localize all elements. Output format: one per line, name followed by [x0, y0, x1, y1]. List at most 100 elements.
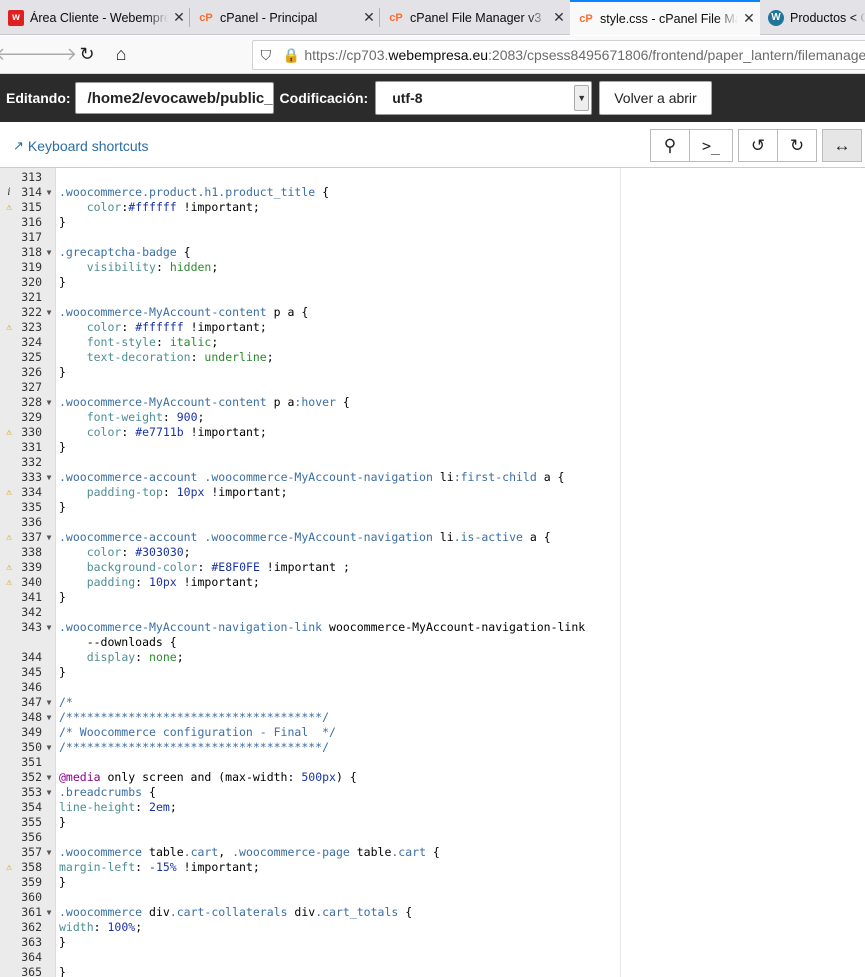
chevron-down-icon[interactable]: ▼ — [574, 85, 590, 111]
warning-icon[interactable]: ⚠ — [3, 485, 15, 500]
code-line[interactable]: 324 font-style: italic; — [0, 335, 865, 350]
code-line[interactable]: 332 — [0, 455, 865, 470]
code-line[interactable]: 365} — [0, 965, 865, 977]
fold-arrow-icon[interactable]: ▼ — [44, 470, 54, 485]
code-line[interactable]: 341} — [0, 590, 865, 605]
code-line[interactable]: 347 ▼ /* — [0, 695, 865, 710]
code-line[interactable]: 362 width: 100%; — [0, 920, 865, 935]
info-icon[interactable]: i — [3, 185, 15, 200]
code-line[interactable]: 342 — [0, 605, 865, 620]
code-line[interactable]: 317 — [0, 230, 865, 245]
redo-button[interactable]: ↻ — [777, 129, 817, 162]
undo-button[interactable]: ↺ — [738, 129, 778, 162]
code-line[interactable]: --downloads { — [0, 635, 865, 650]
code-line[interactable]: 356 — [0, 830, 865, 845]
code-line[interactable]: 322 ▼ .woocommerce-MyAccount-content p a { — [0, 305, 865, 320]
fold-arrow-icon[interactable]: ▼ — [44, 710, 54, 725]
code-line[interactable]: 328 ▼ .woocommerce-MyAccount-content p a:h… — [0, 395, 865, 410]
code-line[interactable]: 360 — [0, 890, 865, 905]
code-line[interactable]: 350 ▼ /***********************************… — [0, 740, 865, 755]
warning-icon[interactable]: ⚠ — [3, 575, 15, 590]
search-button[interactable]: ⚲ — [650, 129, 690, 162]
code-line[interactable]: 359} — [0, 875, 865, 890]
warning-icon[interactable]: ⚠ — [3, 425, 15, 440]
code-line[interactable]: 326} — [0, 365, 865, 380]
keyboard-shortcuts-link[interactable]: ↗ Keyboard shortcuts — [13, 138, 149, 154]
fold-arrow-icon[interactable]: ▼ — [44, 305, 54, 320]
code-line[interactable]: 333 ▼ .woocommerce-account .woocommerce-My… — [0, 470, 865, 485]
code-line[interactable]: ⚠ 334 padding-top: 10px !important; — [0, 485, 865, 500]
browser-tab-file-manager[interactable]: cP cPanel File Manager v3 ✕ — [380, 0, 570, 35]
url-bar[interactable]: ⛉ 🔒 https://cp703. webempresa.eu:2083/cps… — [252, 40, 865, 70]
browser-tab-area-cliente[interactable]: w Área Cliente - Webempresa ✕ — [0, 0, 190, 35]
fold-arrow-icon[interactable]: ▼ — [44, 695, 54, 710]
code-line[interactable]: 320} — [0, 275, 865, 290]
code-line[interactable]: 319 visibility: hidden; — [0, 260, 865, 275]
code-line[interactable]: 329 font-weight: 900; — [0, 410, 865, 425]
code-line[interactable]: 352 ▼ @media only screen and (max-width: 5… — [0, 770, 865, 785]
code-line[interactable]: 363} — [0, 935, 865, 950]
code-line[interactable]: 354 line-height: 2em; — [0, 800, 865, 815]
code-line[interactable]: 357 ▼ .woocommerce table.cart, .woocommerc… — [0, 845, 865, 860]
warning-icon[interactable]: ⚠ — [3, 860, 15, 875]
forward-icon[interactable]: 🡒 — [29, 40, 77, 70]
warning-icon[interactable]: ⚠ — [3, 530, 15, 545]
code-line[interactable]: 321 — [0, 290, 865, 305]
fold-arrow-icon[interactable]: ▼ — [44, 770, 54, 785]
warning-icon[interactable]: ⚠ — [3, 560, 15, 575]
fold-arrow-icon[interactable]: ▼ — [44, 905, 54, 920]
warning-icon[interactable]: ⚠ — [3, 200, 15, 215]
fold-arrow-icon[interactable]: ▼ — [44, 620, 54, 635]
code-line[interactable]: 338 color: #303030; — [0, 545, 865, 560]
fold-arrow-icon[interactable]: ▼ — [44, 785, 54, 800]
code-line[interactable]: ⚠ 337 ▼ .woocommerce-account .woocommerce-M… — [0, 530, 865, 545]
code-line[interactable]: 331} — [0, 440, 865, 455]
browser-tab-productos[interactable]: W Productos < C — [760, 0, 865, 35]
reload-icon[interactable]: ↻ — [72, 40, 102, 70]
code-line[interactable]: ⚠ 358 margin-left: -15% !important; — [0, 860, 865, 875]
code-line[interactable]: 343 ▼ .woocommerce-MyAccount-navigation-li… — [0, 620, 865, 635]
code-line[interactable]: 316} — [0, 215, 865, 230]
close-icon[interactable]: ✕ — [548, 9, 570, 26]
home-icon[interactable]: ⌂ — [106, 40, 136, 70]
code-line[interactable]: 327 — [0, 380, 865, 395]
close-icon[interactable]: ✕ — [168, 9, 190, 26]
close-icon[interactable]: ✕ — [358, 9, 380, 26]
close-icon[interactable]: ✕ — [738, 10, 760, 27]
code-line[interactable]: 313 — [0, 170, 865, 185]
code-line[interactable]: ⚠ 339 background-color: #E8F0FE !importan… — [0, 560, 865, 575]
reopen-button[interactable]: Volver a abrir — [599, 81, 712, 115]
fold-arrow-icon[interactable]: ▼ — [44, 845, 54, 860]
code-line[interactable]: 318 ▼ .grecaptcha-badge { — [0, 245, 865, 260]
code-line[interactable]: i 314 ▼ .woocommerce.product.h1.product_tit… — [0, 185, 865, 200]
code-line[interactable]: ⚠ 323 color: #ffffff !important; — [0, 320, 865, 335]
code-editor[interactable]: 313 i 314 ▼ .woocommerce.product.h1.product_… — [0, 168, 865, 977]
code-line[interactable]: ⚠ 330 color: #e7711b !important; — [0, 425, 865, 440]
code-line[interactable]: 348 ▼ /***********************************… — [0, 710, 865, 725]
encoding-select[interactable]: utf-8 ▼ — [375, 81, 593, 115]
wrap-toggle-button[interactable]: ↔ — [822, 129, 862, 162]
code-line[interactable]: 355} — [0, 815, 865, 830]
code-line[interactable]: 361 ▼ .woocommerce div.cart-collaterals di… — [0, 905, 865, 920]
warning-icon[interactable]: ⚠ — [3, 320, 15, 335]
code-line[interactable]: 346 — [0, 680, 865, 695]
code-line[interactable]: 344 display: none; — [0, 650, 865, 665]
goto-line-button[interactable]: >_ — [689, 129, 733, 162]
code-line[interactable]: 325 text-decoration: underline; — [0, 350, 865, 365]
code-line[interactable]: ⚠ 315 color:#ffffff !important; — [0, 200, 865, 215]
code-line[interactable]: 335} — [0, 500, 865, 515]
browser-tab-style-css[interactable]: cP style.css - cPanel File Manager ✕ — [570, 0, 760, 35]
fold-arrow-icon[interactable]: ▼ — [44, 395, 54, 410]
code-line[interactable]: 351 — [0, 755, 865, 770]
browser-tab-cpanel-principal[interactable]: cP cPanel - Principal ✕ — [190, 0, 380, 35]
code-line[interactable]: ⚠ 340 padding: 10px !important; — [0, 575, 865, 590]
fold-arrow-icon[interactable]: ▼ — [44, 740, 54, 755]
file-path-field[interactable]: /home2/evocaweb/public_html/wp-content/t… — [74, 82, 274, 114]
fold-arrow-icon[interactable]: ▼ — [44, 530, 54, 545]
code-line[interactable]: 349 /* Woocommerce configuration - Final … — [0, 725, 865, 740]
code-line[interactable]: 353 ▼ .breadcrumbs { — [0, 785, 865, 800]
code-line[interactable]: 345} — [0, 665, 865, 680]
code-line[interactable]: 336 — [0, 515, 865, 530]
fold-arrow-icon[interactable]: ▼ — [44, 245, 54, 260]
code-line[interactable]: 364 — [0, 950, 865, 965]
